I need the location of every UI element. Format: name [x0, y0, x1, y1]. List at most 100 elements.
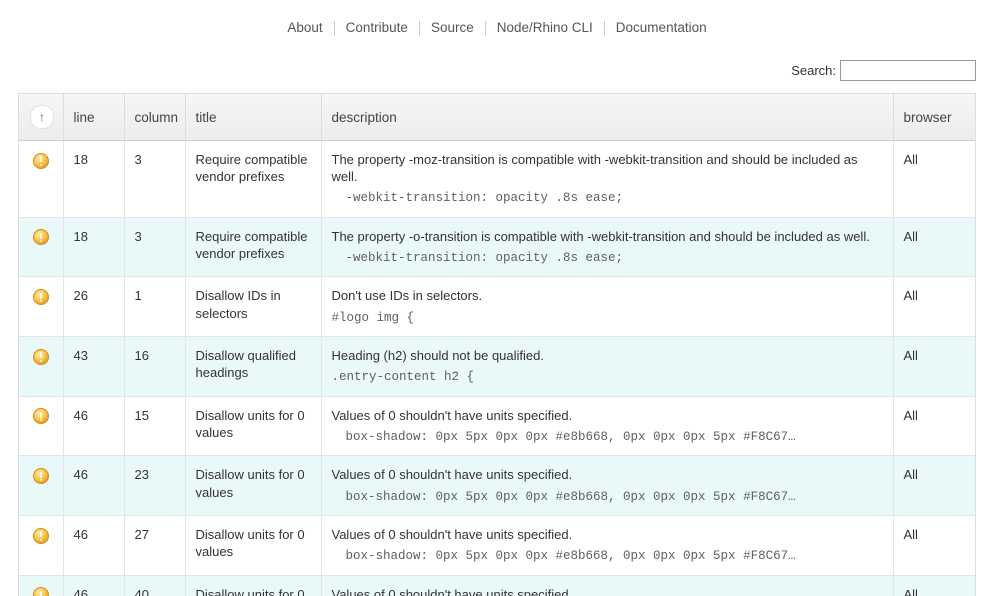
- warning-icon: [32, 152, 49, 169]
- description-code-snippet: box-shadow: 0px 5px 0px 0px #e8b668, 0px…: [345, 429, 796, 444]
- cell-line: 46: [63, 396, 125, 457]
- cell-severity: [19, 455, 64, 517]
- table-header-row: ↑ line column title description browser: [19, 94, 975, 141]
- description-code-snippet: box-shadow: 0px 5px 0px 0px #e8b668, 0px…: [345, 549, 796, 564]
- cell-title: Disallow units for 0 values: [185, 455, 322, 517]
- table-header: ↑ line column title description browser: [19, 94, 975, 141]
- table-row: 18 3 Require compatible vendor prefixes The…: [19, 140, 975, 218]
- warning-icon: [32, 408, 49, 425]
- search-row: Search:: [0, 56, 994, 84]
- cell-browser: All: [893, 276, 975, 338]
- description-code-snippet: .entry-content h2 {: [331, 370, 475, 385]
- cell-description: The property -o-transition is compatible…: [321, 217, 894, 278]
- table-body: 18 3 Require compatible vendor prefixes The…: [19, 140, 975, 596]
- cell-description: Values of 0 shouldn't have units specifi…: [321, 515, 894, 576]
- nav-link-contribute[interactable]: Contribute: [335, 21, 419, 35]
- cell-severity: [19, 396, 64, 457]
- warning-icon: [32, 348, 49, 365]
- cell-browser: All: [893, 396, 975, 457]
- cell-description: Values of 0 shouldn't have units specifi…: [321, 575, 894, 596]
- cell-title: Require compatible vendor prefixes: [185, 140, 322, 218]
- cell-column: 23: [124, 455, 186, 517]
- nav-link-documentation[interactable]: Documentation: [605, 21, 718, 35]
- cell-column: 40: [124, 575, 186, 596]
- column-header-line[interactable]: line: [63, 94, 125, 141]
- cell-description: Don't use IDs in selectors. #logo img {: [321, 276, 894, 338]
- column-header-browser[interactable]: browser: [893, 94, 975, 141]
- column-header-title[interactable]: title: [185, 94, 322, 141]
- cell-column: 3: [124, 217, 186, 278]
- cell-severity: [19, 575, 64, 596]
- table-row: 46 15 Disallow units for 0 values Values of…: [19, 396, 975, 457]
- cell-line: 43: [63, 336, 125, 397]
- cell-line: 18: [63, 217, 125, 278]
- cell-title: Disallow units for 0 values: [185, 515, 322, 576]
- warning-icon: [32, 527, 49, 544]
- cell-title: Disallow units for 0 values: [185, 396, 322, 457]
- search-input[interactable]: [840, 59, 976, 81]
- warning-icon: [32, 289, 49, 306]
- cell-column: 16: [124, 336, 186, 397]
- lint-results-table: ↑ line column title description browser …: [19, 94, 975, 596]
- cell-title: Disallow units for 0 values: [185, 575, 322, 596]
- cell-description: Values of 0 shouldn't have units specifi…: [321, 455, 894, 517]
- cell-line: 46: [63, 515, 125, 576]
- description-code-snippet: #logo img {: [331, 310, 415, 325]
- cell-severity: [19, 217, 64, 278]
- cell-column: 1: [124, 276, 186, 338]
- cell-line: 18: [63, 140, 125, 218]
- cell-title: Require compatible vendor prefixes: [185, 217, 322, 278]
- nav-link-source[interactable]: Source: [420, 21, 485, 35]
- table-row: 18 3 Require compatible vendor prefixes The…: [19, 217, 975, 278]
- nav-link-list: About Contribute Source Node/Rhino CLI Docum…: [276, 20, 718, 36]
- cell-browser: All: [893, 515, 975, 576]
- cell-browser: All: [893, 336, 975, 397]
- table-row: 46 27 Disallow units for 0 values Values of…: [19, 515, 975, 576]
- description-text: The property -o-transition is compatible…: [331, 228, 870, 244]
- description-text: Values of 0 shouldn't have units specifi…: [331, 527, 573, 543]
- cell-title: Disallow qualified headings: [185, 336, 322, 397]
- cell-browser: All: [893, 575, 975, 596]
- cell-column: 27: [124, 515, 186, 576]
- cell-severity: [19, 276, 64, 338]
- description-text: Values of 0 shouldn't have units specifi…: [331, 467, 573, 483]
- description-code-snippet: -webkit-transition: opacity .8s ease;: [345, 250, 624, 265]
- cell-description: Heading (h2) should not be qualified. .en…: [321, 336, 894, 397]
- description-code-snippet: -webkit-transition: opacity .8s ease;: [345, 191, 624, 206]
- column-header-description[interactable]: description: [321, 94, 894, 141]
- column-header-column[interactable]: column: [124, 94, 186, 141]
- cell-browser: All: [893, 140, 975, 218]
- nav-link-node-rhino-cli[interactable]: Node/Rhino CLI: [486, 21, 604, 35]
- sort-ascending-icon[interactable]: ↑: [30, 105, 54, 129]
- description-text: Don't use IDs in selectors.: [331, 288, 483, 304]
- cell-line: 46: [63, 575, 125, 596]
- table-row: 43 16 Disallow qualified headings Heading (…: [19, 336, 975, 397]
- table-row: 4640Disallow units for 0 values Values of…: [19, 575, 975, 596]
- cell-line: 26: [63, 276, 125, 338]
- results-table-container: ↑ line column title description browser …: [18, 93, 976, 596]
- top-navigation: About Contribute Source Node/Rhino CLI Docum…: [0, 0, 994, 56]
- cell-browser: All: [893, 455, 975, 517]
- description-text: The property -moz-transition is compatib…: [331, 152, 858, 185]
- cell-severity: [19, 140, 64, 218]
- table-row: 46 23 Disallow units for 0 values Values of…: [19, 455, 975, 517]
- description-code-snippet: box-shadow: 0px 5px 0px 0px #e8b668, 0px…: [345, 489, 796, 504]
- warning-icon: [32, 468, 49, 484]
- warning-icon: [32, 587, 49, 596]
- cell-severity: [19, 515, 64, 576]
- cell-column: 3: [124, 140, 186, 218]
- search-label: Search:: [791, 62, 836, 78]
- nav-link-about[interactable]: About: [276, 21, 333, 35]
- description-text: Heading (h2) should not be qualified.: [331, 348, 544, 364]
- cell-description: The property -moz-transition is compatib…: [321, 140, 894, 218]
- column-header-sort[interactable]: ↑: [19, 94, 64, 141]
- cell-line: 46: [63, 455, 125, 517]
- cell-title: Disallow IDs in selectors: [185, 276, 322, 338]
- cell-description: Values of 0 shouldn't have units specifi…: [321, 396, 894, 457]
- description-text: Values of 0 shouldn't have units specifi…: [331, 586, 573, 596]
- description-text: Values of 0 shouldn't have units specifi…: [331, 407, 573, 423]
- cell-browser: All: [893, 217, 975, 278]
- warning-icon: [32, 229, 49, 246]
- cell-severity: [19, 336, 64, 397]
- table-row: 26 1 Disallow IDs in selectors Don't use ID…: [19, 276, 975, 338]
